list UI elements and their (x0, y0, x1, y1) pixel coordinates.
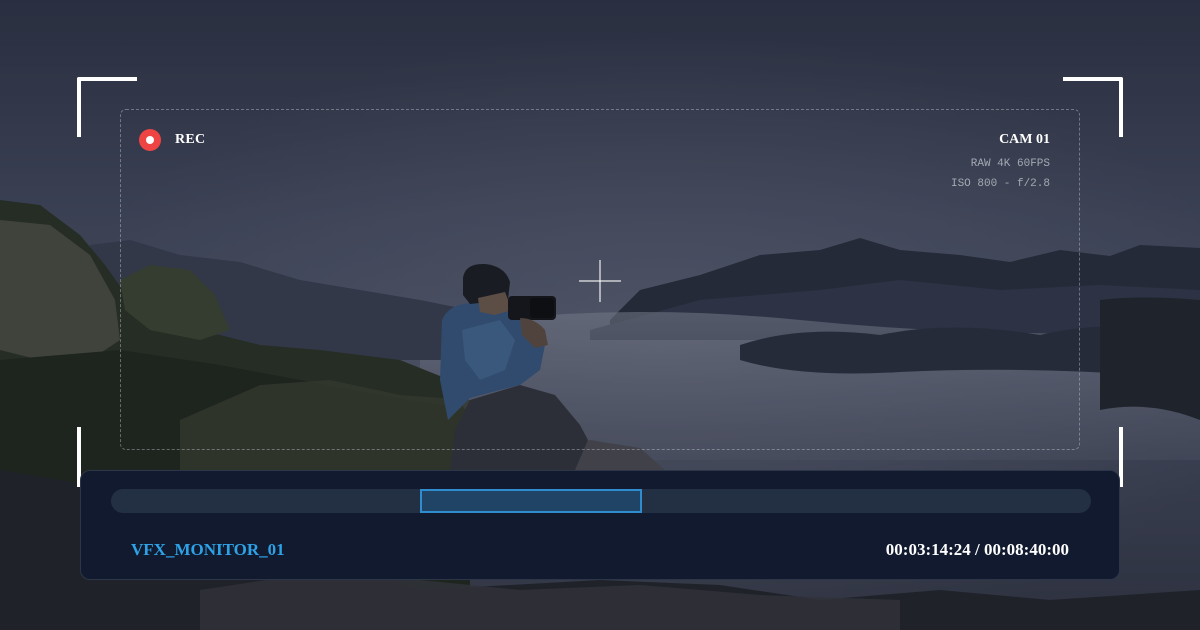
clip-name: VFX_MONITOR_01 (131, 540, 285, 559)
timeline-panel: VFX_MONITOR_01 00:03:14:24 / 00:08:40:00 (80, 470, 1120, 580)
camera-format: RAW 4K 60FPS (970, 158, 1050, 170)
crosshair-icon (579, 260, 621, 302)
camera-id: CAM 01 (999, 132, 1050, 147)
camera-info: CAM 01 RAW 4K 60FPS ISO 800 - f/2.8 (951, 132, 1050, 194)
camera-exposure: ISO 800 - f/2.8 (950, 178, 1050, 190)
timeline-selection-range[interactable] (420, 489, 642, 513)
timeline-track[interactable] (111, 489, 1091, 513)
timecode-display: 00:03:14:24 / 00:08:40:00 (885, 540, 1069, 559)
recording-label: REC (175, 132, 206, 147)
recording-indicator: REC (139, 129, 205, 151)
camera-specs: RAW 4K 60FPS ISO 800 - f/2.8 (951, 154, 1050, 194)
camera-viewfinder: REC CAM 01 RAW 4K 60FPS ISO 800 - f/2.8 … (0, 0, 1200, 630)
record-dot-icon (139, 129, 161, 151)
